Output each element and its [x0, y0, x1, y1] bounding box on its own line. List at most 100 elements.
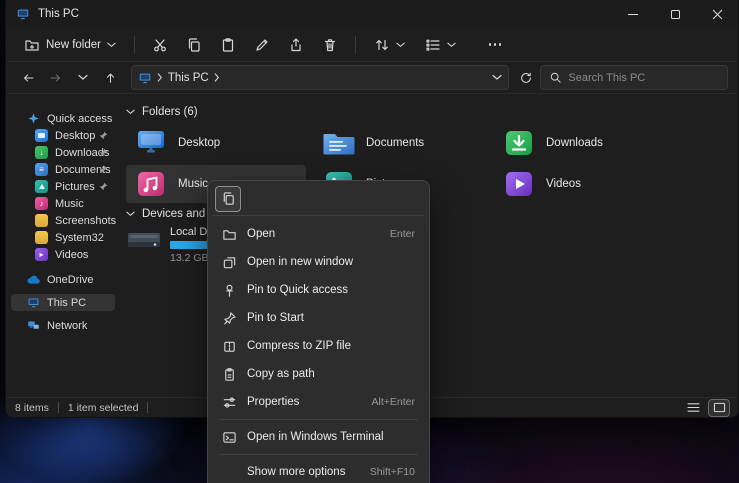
folder-name: Downloads	[546, 137, 603, 149]
sidebar-item-desktop[interactable]: Desktop	[11, 127, 115, 144]
menu-item-label: Pin to Start	[247, 312, 405, 324]
section-title: Folders (6)	[142, 106, 198, 118]
up-button[interactable]	[98, 65, 123, 91]
copy-icon	[186, 37, 202, 53]
menu-item-shortcut: Shift+F10	[370, 466, 415, 478]
collapse-chevron-icon	[126, 109, 135, 115]
sidebar-item-label: This PC	[47, 297, 86, 309]
sidebar-item-downloads[interactable]: Downloads	[11, 144, 115, 161]
menu-item-label: Compress to ZIP file	[247, 340, 405, 352]
menu-item-open[interactable]: Open Enter	[213, 220, 424, 248]
network-icon	[27, 319, 40, 332]
share-icon	[288, 37, 304, 53]
command-bar: New folder	[6, 28, 738, 62]
sidebar-item-quick-access[interactable]: Quick access	[11, 110, 115, 127]
share-button[interactable]	[281, 31, 311, 59]
menu-item-properties[interactable]: Properties Alt+Enter	[213, 388, 424, 416]
videos-icon	[35, 248, 48, 261]
maximize-button[interactable]	[654, 0, 696, 28]
close-icon	[712, 9, 723, 20]
copy-button[interactable]	[179, 31, 209, 59]
sidebar-item-this-pc[interactable]: This PC	[11, 294, 115, 311]
folder-tile-documents[interactable]: Documents	[314, 124, 494, 162]
refresh-button[interactable]	[513, 65, 538, 91]
status-separator	[147, 402, 148, 413]
details-view-icon	[687, 402, 700, 413]
forward-button[interactable]	[43, 65, 68, 91]
menu-item-shortcut: Enter	[390, 228, 415, 240]
pin-icon	[99, 131, 108, 140]
address-dropdown-icon[interactable]	[492, 74, 502, 81]
title-bar: This PC	[6, 0, 738, 28]
chevron-down-icon	[447, 42, 456, 48]
address-bar[interactable]: This PC	[131, 65, 509, 90]
details-view-toggle[interactable]	[683, 400, 703, 416]
properties-icon	[221, 394, 237, 410]
context-menu: Open Enter Open in new window Pin to Qui…	[207, 180, 430, 483]
cut-button[interactable]	[145, 31, 175, 59]
sort-button[interactable]	[366, 32, 413, 58]
quick-access-icon	[27, 112, 40, 125]
sidebar-item-music[interactable]: Music	[11, 195, 115, 212]
menu-item-show-more-options[interactable]: Show more options Shift+F10	[213, 458, 424, 483]
folder-tile-videos[interactable]: Videos	[494, 165, 674, 203]
folder-name: Videos	[546, 178, 581, 190]
folder-tile-downloads[interactable]: Downloads	[494, 124, 674, 162]
window-controls	[612, 0, 738, 28]
more-options-button[interactable]	[480, 31, 510, 59]
back-button[interactable]	[16, 65, 41, 91]
rename-icon	[254, 37, 270, 53]
menu-item-pin-to-quick-access[interactable]: Pin to Quick access	[213, 276, 424, 304]
terminal-icon	[221, 429, 237, 445]
recent-locations-button[interactable]	[70, 65, 95, 91]
new-window-icon	[221, 254, 237, 270]
menu-item-label: Show more options	[247, 466, 360, 478]
folder-tile-desktop[interactable]: Desktop	[126, 124, 306, 162]
menu-separator	[219, 454, 418, 455]
toolbar-separator	[355, 36, 356, 54]
paste-button[interactable]	[213, 31, 243, 59]
search-box[interactable]	[540, 65, 728, 90]
music-icon	[35, 197, 48, 210]
new-folder-button[interactable]: New folder	[16, 32, 124, 58]
forward-icon	[48, 71, 63, 85]
delete-icon	[322, 37, 338, 53]
pictures-icon	[35, 180, 48, 193]
menu-separator	[219, 419, 418, 420]
sort-icon	[374, 37, 390, 53]
window-title: This PC	[38, 8, 79, 20]
minimize-button[interactable]	[612, 0, 654, 28]
folders-section-header[interactable]: Folders (6)	[126, 106, 198, 118]
sidebar-item-screenshots[interactable]: Screenshots	[11, 212, 115, 229]
menu-item-open-in-windows-terminal[interactable]: Open in Windows Terminal	[213, 423, 424, 451]
pin-icon	[99, 148, 108, 157]
address-crumb[interactable]: This PC	[168, 72, 209, 84]
copy-quick-action-button[interactable]	[215, 186, 241, 212]
rename-button[interactable]	[247, 31, 277, 59]
menu-item-compress-to-zip[interactable]: Compress to ZIP file	[213, 332, 424, 360]
sidebar-item-label: OneDrive	[47, 274, 93, 286]
menu-item-copy-as-path[interactable]: Copy as path	[213, 360, 424, 388]
crumb-chevron-icon	[214, 73, 220, 82]
sidebar-item-pictures[interactable]: Pictures	[11, 178, 115, 195]
music-folder-icon	[134, 170, 168, 198]
sidebar-item-onedrive[interactable]: OneDrive	[11, 271, 115, 288]
sidebar-item-documents[interactable]: Documents	[11, 161, 115, 178]
sidebar-item-label: Screenshots	[55, 215, 116, 227]
menu-item-label: Pin to Quick access	[247, 284, 405, 296]
open-icon	[221, 226, 237, 242]
sidebar-item-videos[interactable]: Videos	[11, 246, 115, 263]
sidebar-item-system32[interactable]: System32	[11, 229, 115, 246]
large-icons-view-toggle[interactable]	[709, 400, 729, 416]
copy-path-icon	[221, 366, 237, 382]
menu-item-pin-to-start[interactable]: Pin to Start	[213, 304, 424, 332]
delete-button[interactable]	[315, 31, 345, 59]
menu-item-open-in-new-window[interactable]: Open in new window	[213, 248, 424, 276]
folder-icon	[35, 214, 48, 227]
sidebar-item-network[interactable]: Network	[11, 317, 115, 334]
sidebar-item-label: System32	[55, 232, 104, 244]
close-button[interactable]	[696, 0, 738, 28]
view-button[interactable]	[417, 32, 464, 58]
search-input[interactable]	[568, 72, 719, 84]
downloads-icon	[35, 146, 48, 159]
